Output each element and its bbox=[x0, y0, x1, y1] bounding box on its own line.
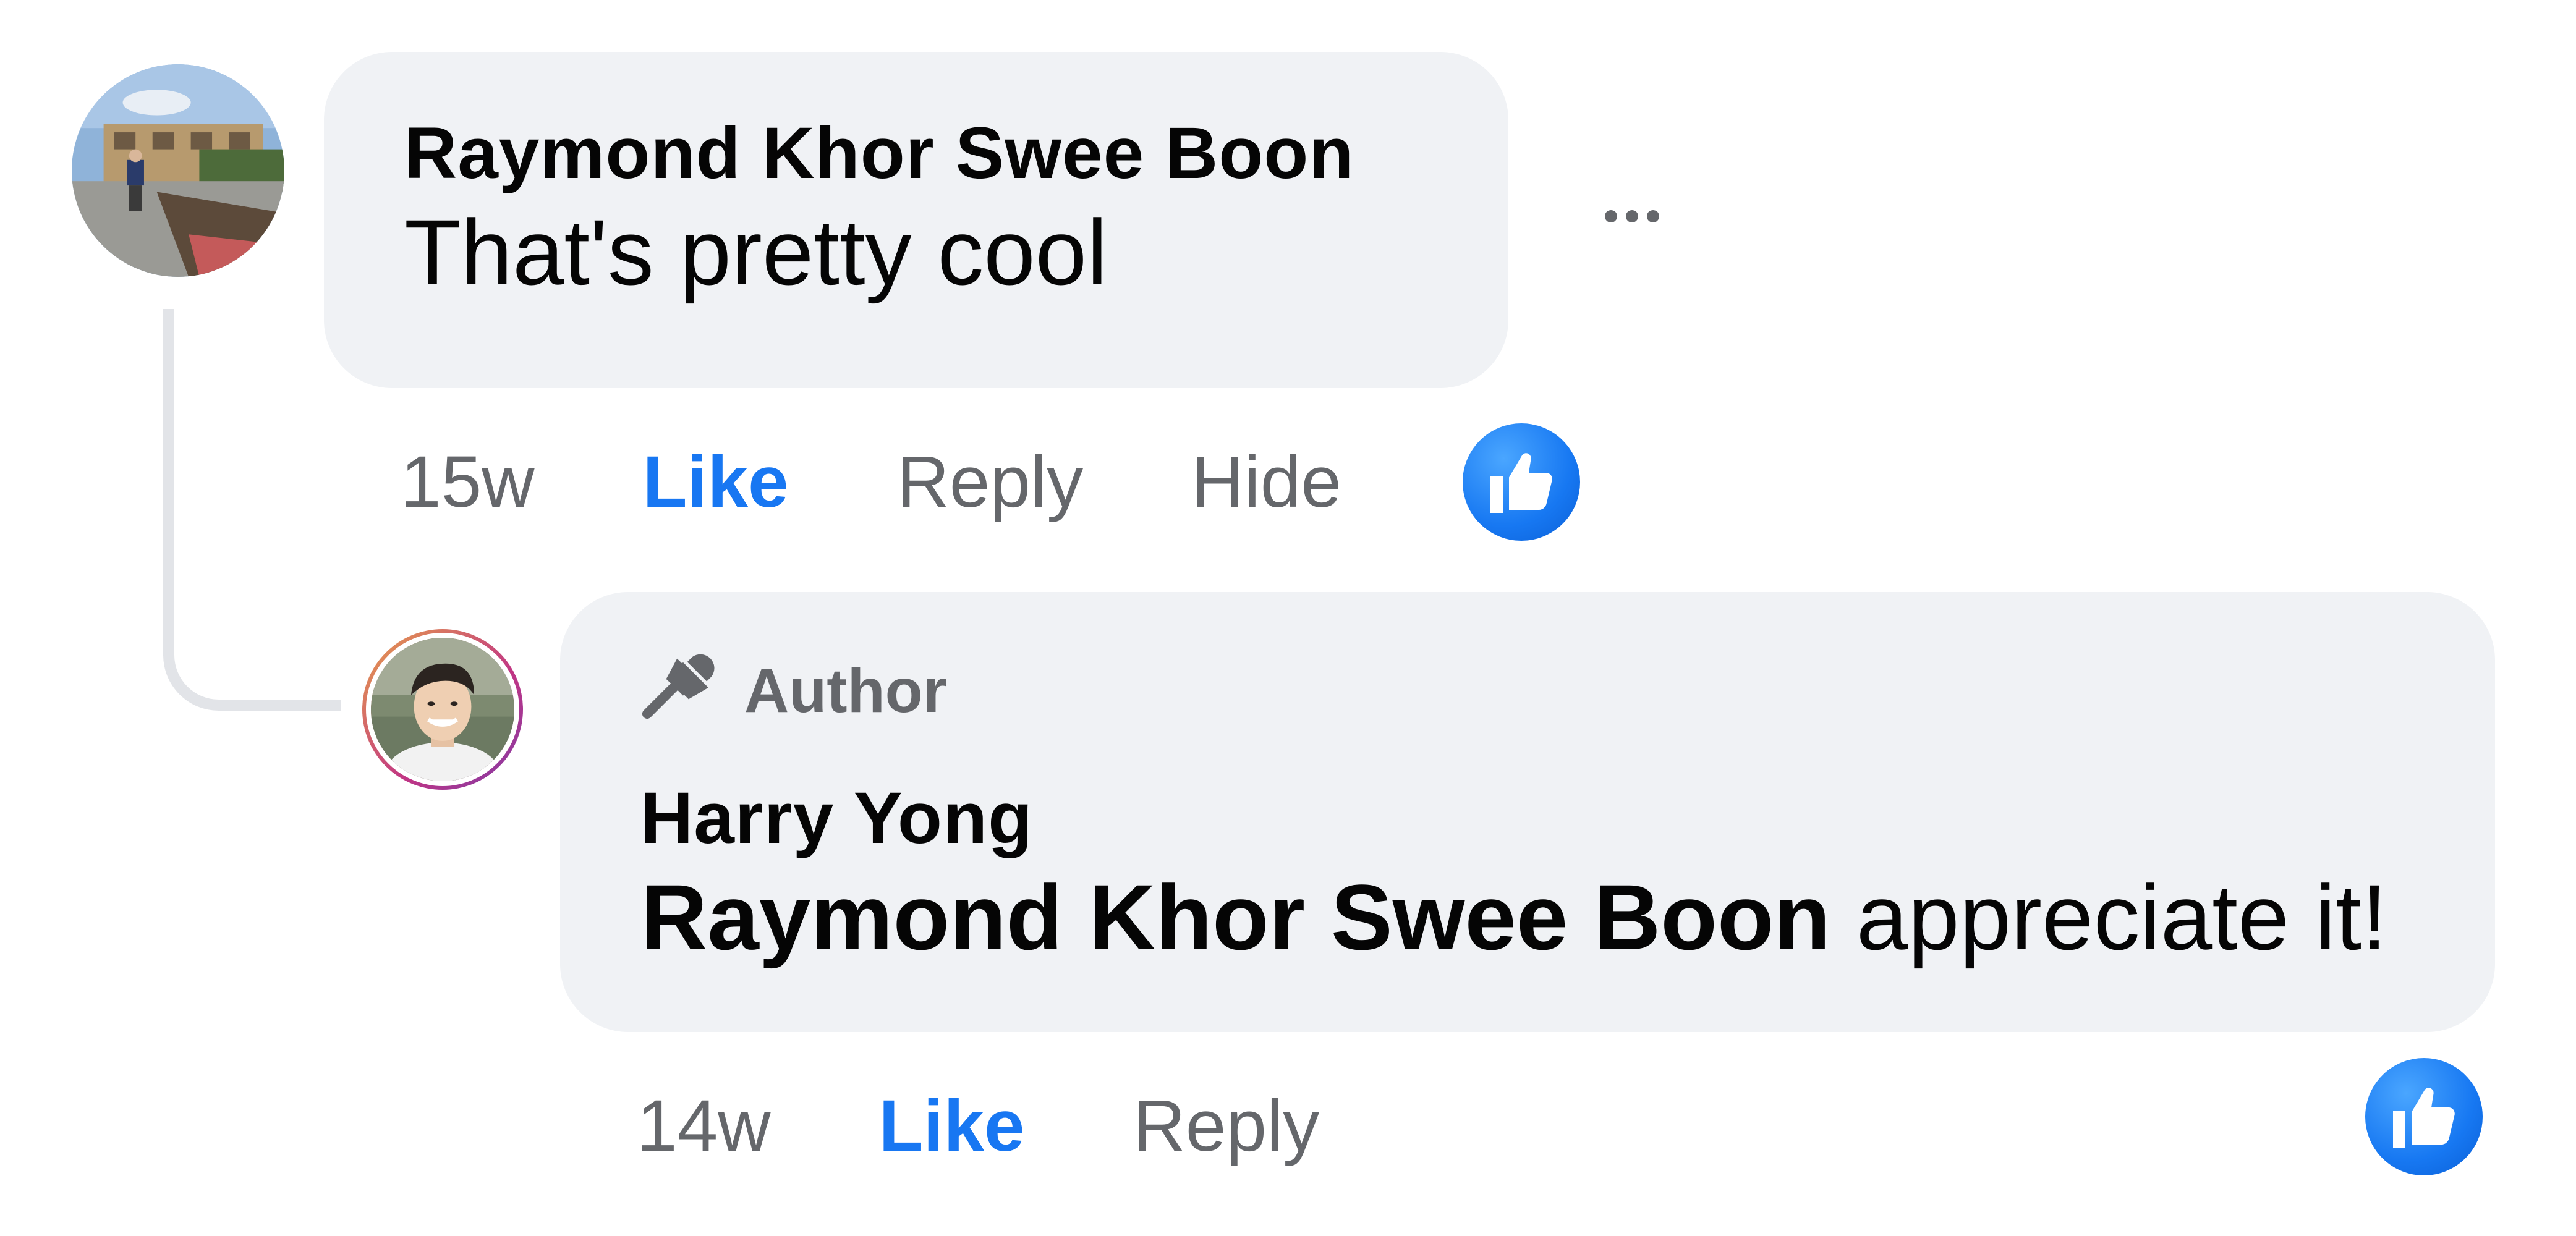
comment-bubble: Raymond Khor Swee Boon That's pretty coo… bbox=[324, 52, 1508, 388]
microphone-icon bbox=[642, 654, 715, 719]
reaction-count-badge[interactable] bbox=[2361, 1054, 2486, 1179]
comment-timestamp[interactable]: 15w bbox=[401, 440, 534, 524]
author-badge-label: Author bbox=[744, 656, 947, 726]
reply-button[interactable]: Reply bbox=[897, 440, 1084, 524]
reply-bubble: Author Harry Yong Raymond Khor Swee Boon… bbox=[560, 592, 2495, 1032]
reaction-count-badge[interactable] bbox=[1458, 420, 1584, 544]
reply-button[interactable]: Reply bbox=[1133, 1084, 1320, 1168]
reply-text: Raymond Khor Swee Boon appreciate it! bbox=[640, 861, 2415, 973]
thread-connector bbox=[163, 309, 341, 711]
thumbs-up-icon bbox=[1490, 453, 1552, 513]
reply-text-body: appreciate it! bbox=[1830, 865, 2387, 969]
mention-link[interactable]: Raymond Khor Swee Boon bbox=[640, 865, 1830, 969]
comment-author-name[interactable]: Raymond Khor Swee Boon bbox=[404, 113, 1428, 194]
reply-actions: 14w Like Reply bbox=[637, 1064, 1427, 1188]
more-options-button[interactable] bbox=[1583, 185, 1681, 247]
more-dot bbox=[1626, 210, 1638, 222]
more-dot bbox=[1647, 210, 1659, 222]
hide-button[interactable]: Hide bbox=[1191, 440, 1341, 524]
more-horizontal-icon bbox=[1605, 210, 1617, 222]
like-button[interactable]: Like bbox=[878, 1084, 1024, 1168]
avatar[interactable] bbox=[366, 633, 519, 786]
comment-thread: Raymond Khor Swee Boon That's pretty coo… bbox=[0, 0, 2576, 1236]
thumbs-up-icon bbox=[2393, 1088, 2455, 1148]
comment-text: That's pretty cool bbox=[404, 200, 1108, 304]
like-button[interactable]: Like bbox=[642, 440, 788, 524]
avatar[interactable] bbox=[72, 64, 284, 277]
author-badge: Author bbox=[640, 651, 2415, 730]
comment-actions: 15w Like Reply Hide bbox=[401, 420, 1584, 544]
reply-author-name[interactable]: Harry Yong bbox=[640, 778, 2415, 859]
reply-timestamp[interactable]: 14w bbox=[637, 1084, 770, 1168]
